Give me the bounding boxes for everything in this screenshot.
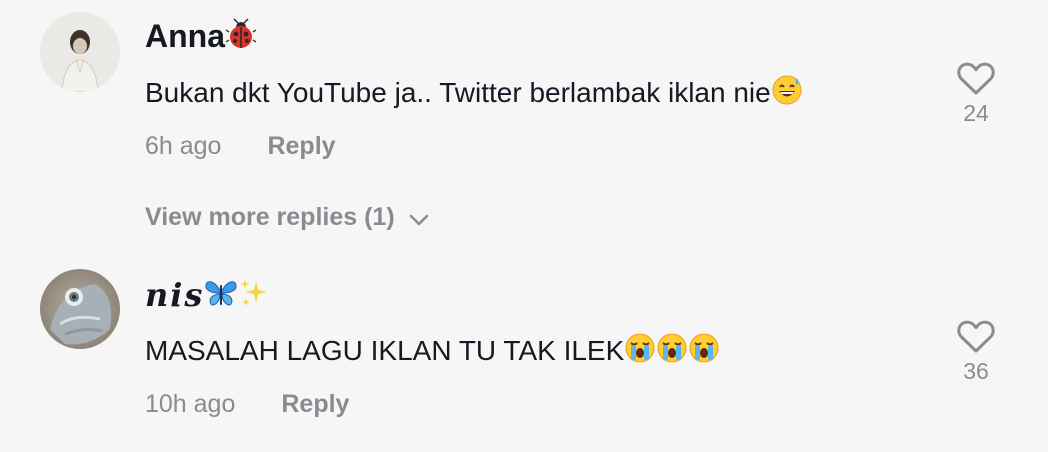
avatar-image <box>40 269 120 349</box>
like-count: 36 <box>963 358 989 384</box>
comment-text-content: Bukan dkt YouTube ja.. Twitter berlambak… <box>145 76 771 108</box>
comment-text: MASALAH LAGU IKLAN TU TAK ILEK <box>145 332 720 373</box>
crying-face-emoji-icon <box>624 332 656 373</box>
comment-meta: 10h ago Reply <box>145 388 349 420</box>
username-text: 𝒏𝒊𝒔 <box>145 276 205 314</box>
heart-icon <box>957 62 995 95</box>
avatar-image <box>40 12 120 92</box>
username-text: Anna <box>145 18 225 54</box>
sparkles-icon <box>238 277 270 318</box>
timestamp: 6h ago <box>145 132 222 160</box>
crying-face-emoji-icon <box>656 332 688 373</box>
ladybug-icon <box>225 18 257 59</box>
reply-button[interactable]: Reply <box>281 390 349 418</box>
timestamp: 10h ago <box>145 390 236 418</box>
butterfly-icon <box>204 277 238 318</box>
like-button[interactable]: 24 <box>946 62 1006 127</box>
avatar[interactable] <box>40 12 120 92</box>
username[interactable]: 𝒏𝒊𝒔 <box>145 275 270 318</box>
like-button[interactable]: 36 <box>946 320 1006 385</box>
avatar[interactable] <box>40 269 120 349</box>
chevron-down-icon <box>409 202 429 234</box>
heart-icon <box>957 320 995 353</box>
username[interactable]: Anna <box>145 16 257 59</box>
grinning-sweat-emoji-icon <box>771 74 803 115</box>
view-more-replies-label: View more replies (1) <box>145 203 395 231</box>
comment-text-content: MASALAH LAGU IKLAN TU TAK ILEK <box>145 334 625 366</box>
like-count: 24 <box>963 100 989 126</box>
view-more-replies-button[interactable]: View more replies (1) <box>145 201 429 234</box>
reply-button[interactable]: Reply <box>267 132 335 160</box>
crying-face-emoji-icon <box>688 332 720 373</box>
comment-meta: 6h ago Reply <box>145 130 336 162</box>
comment-text: Bukan dkt YouTube ja.. Twitter berlambak… <box>145 74 803 115</box>
